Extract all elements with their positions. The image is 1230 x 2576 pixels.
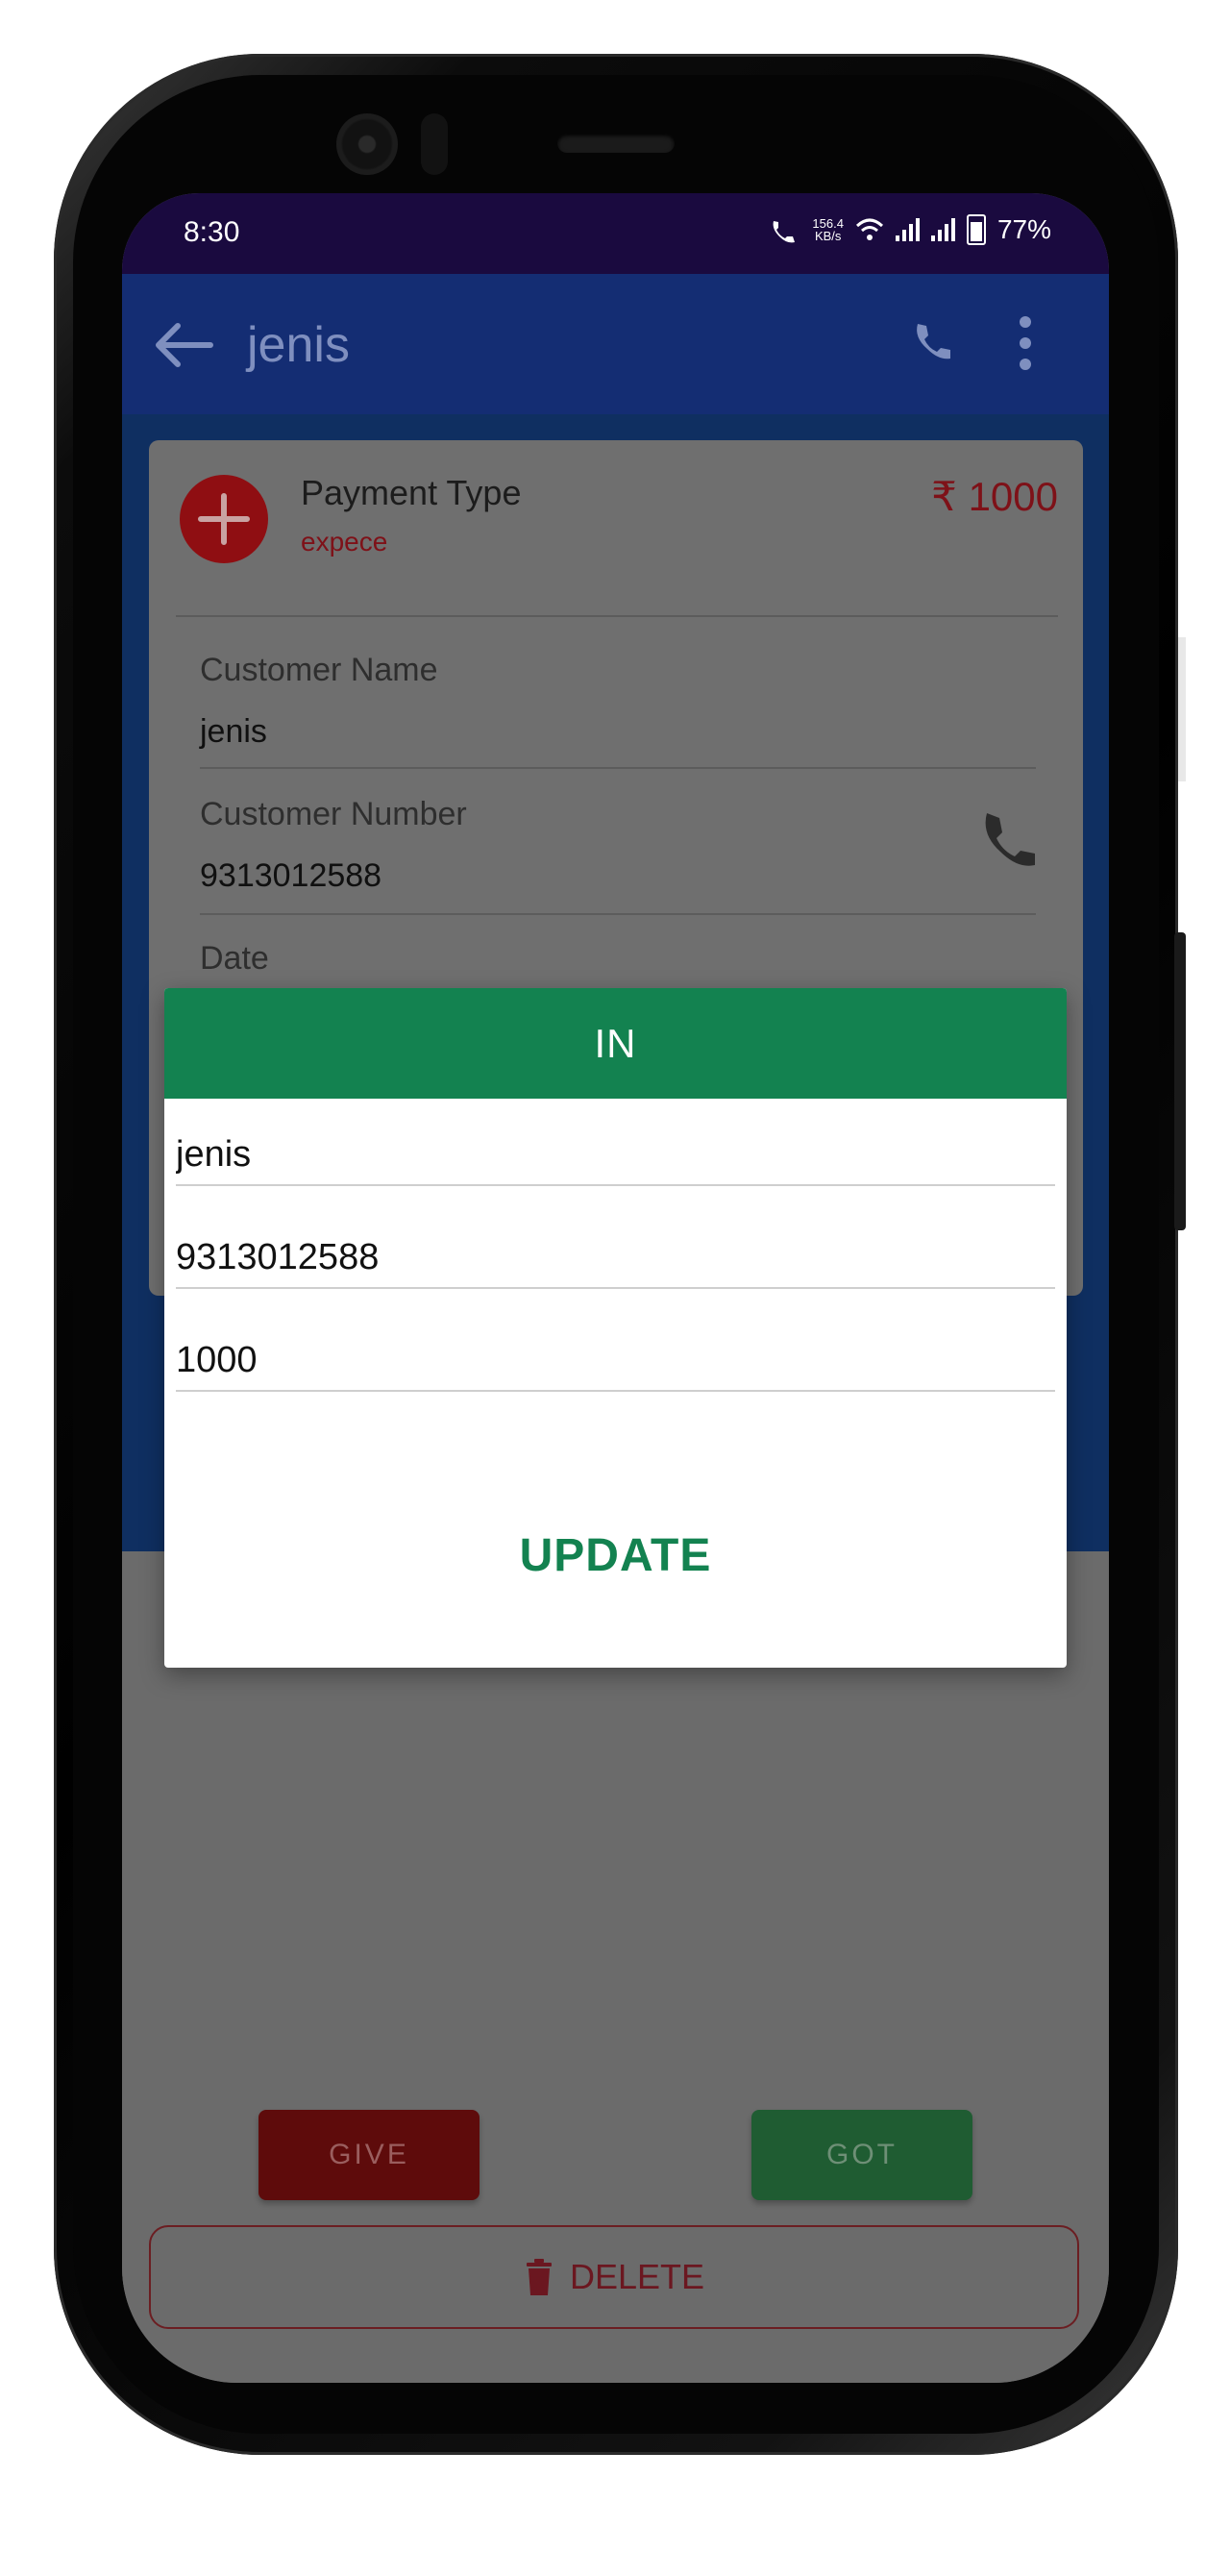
arrow-left-icon[interactable] xyxy=(149,316,216,374)
signal-icon-2 xyxy=(930,218,955,241)
name-input[interactable] xyxy=(176,1125,1055,1186)
status-icons: 156.4 KB/s 77% xyxy=(768,214,1051,245)
delete-button[interactable]: DELETE xyxy=(149,2225,1079,2329)
customer-name-label: Customer Name xyxy=(200,652,438,688)
phone-icon[interactable] xyxy=(910,318,956,364)
got-button[interactable]: GOT xyxy=(751,2110,972,2200)
battery-icon xyxy=(966,214,986,245)
dialog-title: IN xyxy=(164,988,1067,1099)
divider xyxy=(200,767,1036,769)
network-speed-unit: KB/s xyxy=(814,229,842,243)
phone-icon[interactable] xyxy=(975,805,1043,873)
edge-strip xyxy=(1178,637,1186,781)
payment-type-value: expece xyxy=(301,527,388,557)
plus-icon xyxy=(180,475,268,563)
customer-number-value: 9313012588 xyxy=(200,857,382,894)
customer-number-label: Customer Number xyxy=(200,796,467,832)
divider xyxy=(176,615,1058,617)
proximity-sensor xyxy=(421,113,448,175)
amount-text: ₹ 1000 xyxy=(931,474,1058,519)
in-dialog: IN UPDATE xyxy=(164,988,1067,1668)
wifi-icon xyxy=(855,218,883,240)
earpiece-speaker xyxy=(557,134,675,153)
app-bar: jenis xyxy=(122,274,1109,414)
delete-label: DELETE xyxy=(569,2257,705,2296)
app-title: jenis xyxy=(247,317,350,373)
amount-input[interactable] xyxy=(176,1330,1055,1392)
number-input[interactable] xyxy=(176,1227,1055,1289)
trash-icon xyxy=(526,2259,552,2295)
battery-percent: 77% xyxy=(996,214,1051,244)
more-vertical-icon[interactable] xyxy=(1006,312,1045,374)
divider xyxy=(200,913,1036,915)
status-time: 8:30 xyxy=(184,216,240,248)
status-bar: 8:30 156.4 KB/s 77% xyxy=(122,193,1109,274)
network-speed: 156.4 KB/s xyxy=(812,217,844,242)
date-label: Date xyxy=(200,940,269,977)
payment-type-label: Payment Type xyxy=(301,473,522,512)
update-button[interactable]: UPDATE xyxy=(164,1498,1067,1613)
customer-name-value: jenis xyxy=(200,713,267,750)
give-button[interactable]: GIVE xyxy=(258,2110,480,2200)
volte-call-icon xyxy=(774,221,796,243)
phone-side-button xyxy=(1174,932,1186,1230)
signal-icon-1 xyxy=(895,218,920,241)
front-camera xyxy=(336,113,398,175)
